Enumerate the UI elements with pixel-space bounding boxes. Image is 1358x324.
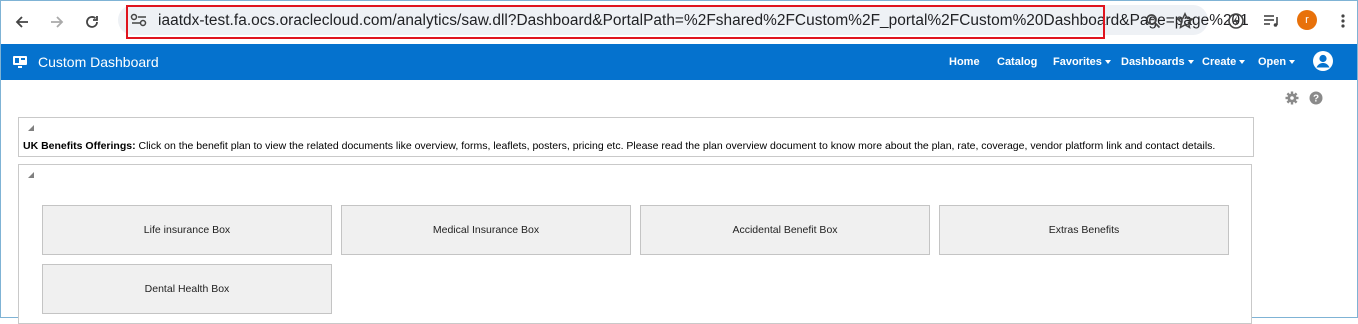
nav-dashboards-label: Dashboards [1121, 56, 1185, 68]
profile-avatar[interactable]: r [1297, 10, 1317, 30]
url-highlight-box [126, 5, 1105, 39]
nav-open-label: Open [1258, 56, 1287, 68]
browser-toolbar: iaatdx-test.fa.ocs.oraclecloud.com/analy… [1, 1, 1357, 44]
zoom-icon[interactable] [1142, 10, 1164, 32]
user-profile-icon[interactable] [1312, 50, 1334, 72]
intro-text: UK Benefits Offerings: Click on the bene… [23, 140, 1215, 152]
nav-favorites-label: Favorites [1053, 56, 1102, 68]
extras-benefits-button[interactable]: Extras Benefits [939, 205, 1229, 255]
chevron-down-icon [1289, 60, 1296, 65]
accidental-benefit-button[interactable]: Accidental Benefit Box [640, 205, 930, 255]
life-insurance-button[interactable]: Life insurance Box [42, 205, 332, 255]
nav-open[interactable]: Open [1258, 56, 1296, 68]
collapse-triangle-icon[interactable] [28, 172, 34, 178]
chevron-down-icon [1239, 60, 1246, 65]
intro-body: Click on the benefit plan to view the re… [135, 140, 1216, 152]
nav-create[interactable]: Create [1202, 56, 1246, 68]
nav-dashboards[interactable]: Dashboards [1121, 56, 1194, 68]
chevron-down-icon [1187, 60, 1194, 65]
nav-favorites[interactable]: Favorites [1053, 56, 1111, 68]
page-title: Custom Dashboard [38, 54, 159, 70]
media-queue-icon[interactable] [1260, 10, 1282, 32]
nav-create-label: Create [1202, 56, 1237, 68]
forward-arrow-icon[interactable] [45, 10, 69, 34]
dental-health-button[interactable]: Dental Health Box [42, 264, 332, 314]
svg-text:?: ? [1313, 94, 1319, 105]
medical-insurance-button[interactable]: Medical Insurance Box [341, 205, 631, 255]
app-header: Custom Dashboard Home Catalog Favorites … [1, 44, 1357, 80]
reload-icon[interactable] [80, 10, 104, 34]
gear-icon[interactable] [1285, 91, 1299, 105]
help-icon[interactable]: ? [1309, 91, 1323, 105]
intro-bold-label: UK Benefits Offerings: [23, 140, 136, 152]
bookmark-star-icon[interactable] [1174, 10, 1196, 32]
browser-menu-icon[interactable] [1332, 10, 1354, 32]
nav-home[interactable]: Home [949, 56, 980, 68]
collapse-triangle-icon[interactable] [28, 125, 34, 131]
dashboard-monitor-icon [12, 55, 28, 69]
nav-catalog[interactable]: Catalog [997, 56, 1037, 68]
extensions-icon[interactable] [1225, 10, 1247, 32]
back-arrow-icon[interactable] [10, 10, 34, 34]
chevron-down-icon [1104, 60, 1111, 65]
